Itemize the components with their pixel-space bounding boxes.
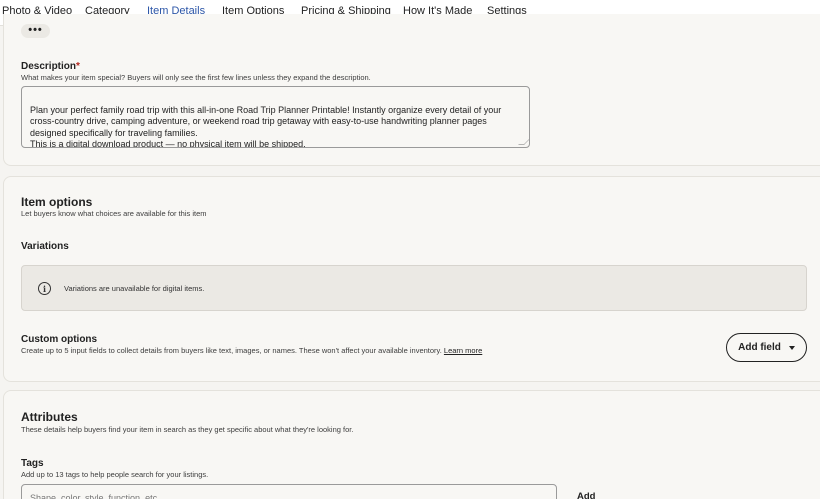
add-field-label: Add field — [738, 342, 781, 353]
custom-options-hint: Create up to 5 input fields to collect d… — [21, 346, 442, 355]
tags-label: Tags — [21, 458, 44, 469]
add-tag-button[interactable]: Add — [577, 491, 595, 499]
tags-input[interactable] — [21, 484, 557, 499]
required-mark: * — [76, 61, 80, 72]
learn-more-link[interactable]: Learn more — [444, 346, 482, 355]
custom-options-label: Custom options — [21, 334, 98, 345]
item-options-hint: Let buyers know what choices are availab… — [21, 209, 207, 218]
description-hint: What makes your item special? Buyers wil… — [21, 73, 371, 82]
variations-label: Variations — [21, 241, 69, 252]
description-value: Plan your perfect family road trip with … — [30, 104, 502, 148]
custom-options-hint-row: Create up to 5 input fields to collect d… — [21, 346, 482, 355]
add-field-button[interactable]: Add field — [726, 333, 807, 362]
description-textarea[interactable]: Plan your perfect family road trip with … — [21, 86, 530, 148]
description-label: Description — [21, 61, 77, 72]
item-options-title: Item options — [21, 195, 93, 209]
variations-notice: i Variations are unavailable for digital… — [21, 265, 807, 311]
attributes-card — [3, 390, 820, 499]
tags-hint: Add up to 13 tags to help people search … — [21, 470, 209, 479]
more-options-button[interactable]: ••• — [21, 24, 50, 38]
caret-down-icon — [788, 346, 795, 350]
resize-handle[interactable] — [518, 139, 529, 145]
info-icon: i — [38, 282, 51, 295]
description-label-row: Description* — [21, 61, 80, 72]
attributes-hint: These details help buyers find your item… — [21, 425, 354, 434]
variations-notice-text: Variations are unavailable for digital i… — [64, 284, 205, 293]
attributes-title: Attributes — [21, 410, 78, 424]
more-dots-icon: ••• — [28, 23, 43, 36]
